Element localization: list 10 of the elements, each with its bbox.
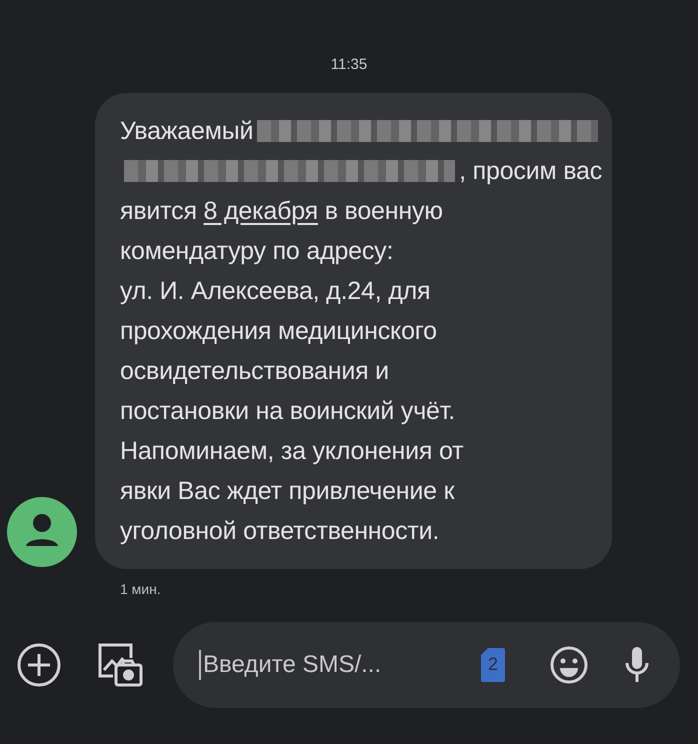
message-time: 1 мин. [120,581,161,597]
date-link[interactable]: 8 декабря [204,191,318,231]
add-icon[interactable] [17,643,61,687]
avatar-icon[interactable] [7,497,77,567]
timestamp: 11:35 [330,56,368,73]
gallery-camera-icon[interactable] [97,642,143,688]
emoji-icon[interactable] [550,646,588,684]
microphone-icon[interactable] [624,645,650,685]
message-text: Уважаемый , просим вас явится 8 декабря в военную комендатуру по адресу: ул. И. Алексеева, д.24, для прохождения медицинского освидетельствования и постановки на воинский учёт. Напоминаем, за уклонения от явки Вас ждет привлечение к уголовной ответственности. [120,116,602,547]
message-input[interactable]: Введите SMS/... [199,650,470,680]
